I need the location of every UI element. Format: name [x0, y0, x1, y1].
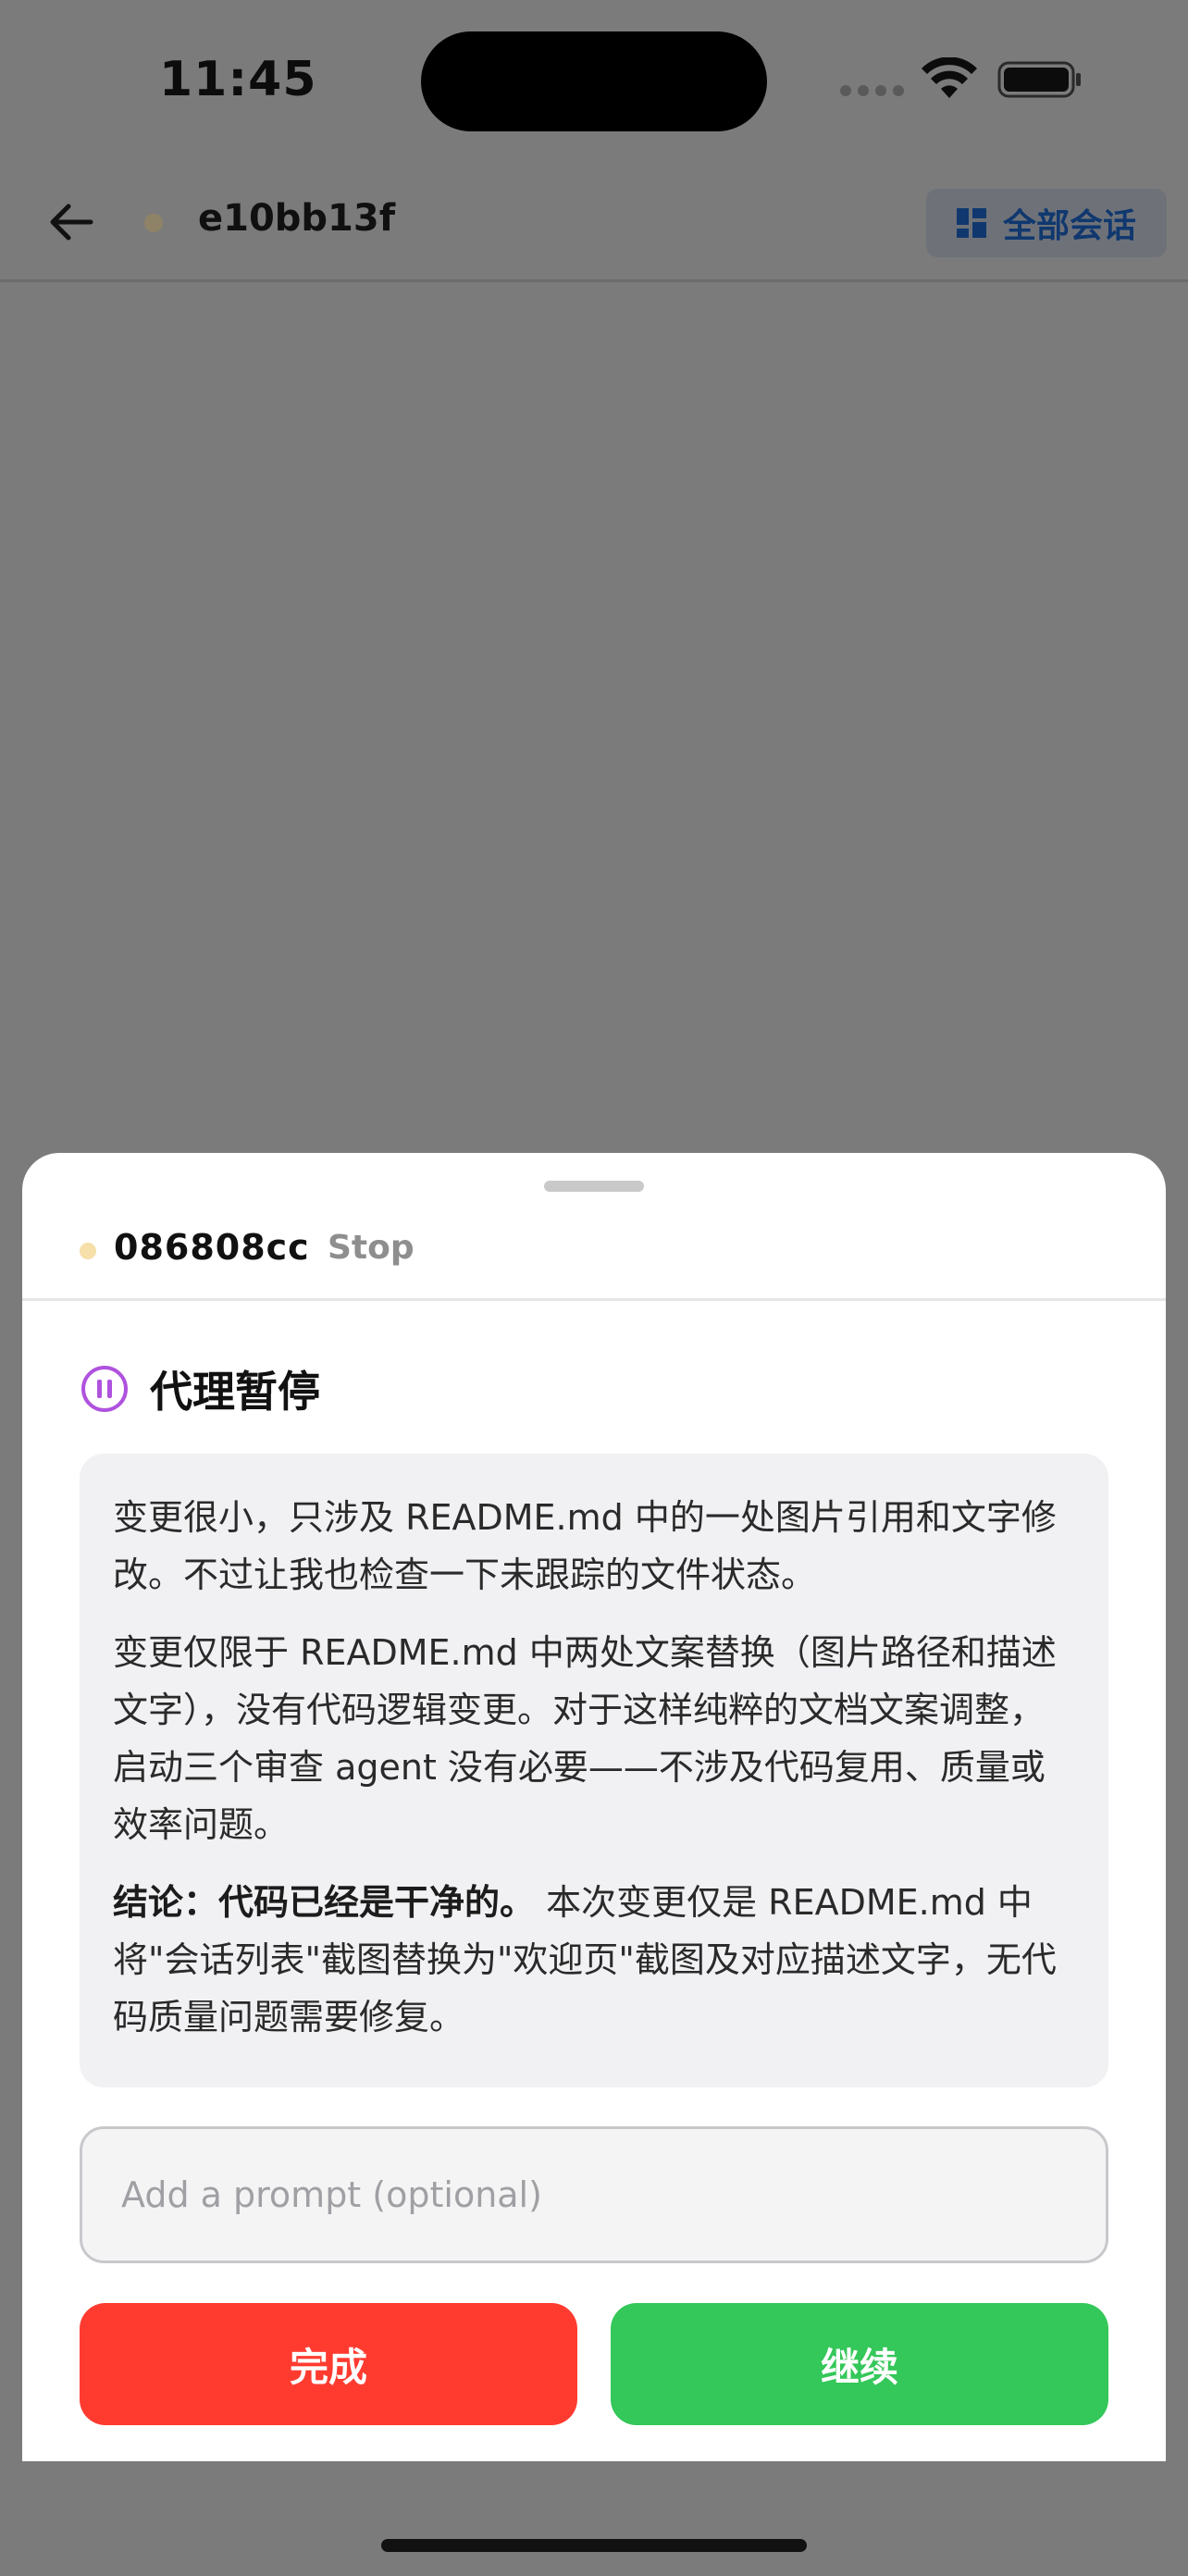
home-indicator[interactable]: [381, 2539, 807, 2552]
app-header: e10bb13f 全部会话: [0, 162, 1188, 282]
message-paragraph: 结论：代码已经是干净的。 本次变更仅是 README.md 中将"会话列表"截图…: [113, 1874, 1075, 2046]
message-paragraph: 变更仅限于 README.md 中两处文案替换（图片路径和描述文字），没有代码逻…: [113, 1632, 1057, 1845]
battery-icon: [997, 61, 1081, 98]
all-sessions-label: 全部会话: [1002, 207, 1136, 245]
wifi-icon: [922, 57, 977, 98]
message-paragraph: 变更很小，只涉及 README.md 中的一处图片引用和文字修改。不过让我也检查…: [113, 1497, 1057, 1595]
session-id: e10bb13f: [198, 197, 396, 240]
pause-circle-icon: [81, 1366, 128, 1412]
agent-id: 086808cc: [114, 1227, 310, 1268]
status-bar: 11:45: [0, 0, 1188, 162]
pause-title: 代理暂停: [150, 1367, 320, 1417]
arrow-left-icon[interactable]: [48, 201, 94, 243]
agent-paused-sheet: 086808cc Stop 代理暂停 变更很小，只涉及 README.md 中的…: [22, 1153, 1166, 2461]
sheet-header: 086808cc Stop: [22, 1222, 1166, 1301]
cellular-signal-icon: [840, 85, 905, 100]
prompt-input[interactable]: [80, 2126, 1108, 2263]
pause-title-row: 代理暂停: [80, 1361, 320, 1417]
grid-icon: [956, 208, 986, 238]
status-time: 11:45: [159, 52, 317, 107]
conclusion-label: 结论：代码已经是干净的。: [113, 1882, 536, 1923]
done-button[interactable]: 完成: [80, 2303, 577, 2425]
agent-message: 变更很小，只涉及 README.md 中的一处图片引用和文字修改。不过让我也检查…: [80, 1454, 1108, 2087]
continue-button[interactable]: 继续: [611, 2303, 1108, 2425]
sheet-grabber[interactable]: [544, 1181, 644, 1192]
agent-status: Stop: [328, 1229, 415, 1267]
session-status-dot: [144, 214, 163, 232]
agent-status-dot: [80, 1243, 96, 1259]
dynamic-island: [421, 31, 767, 131]
all-sessions-button[interactable]: 全部会话: [926, 189, 1167, 257]
